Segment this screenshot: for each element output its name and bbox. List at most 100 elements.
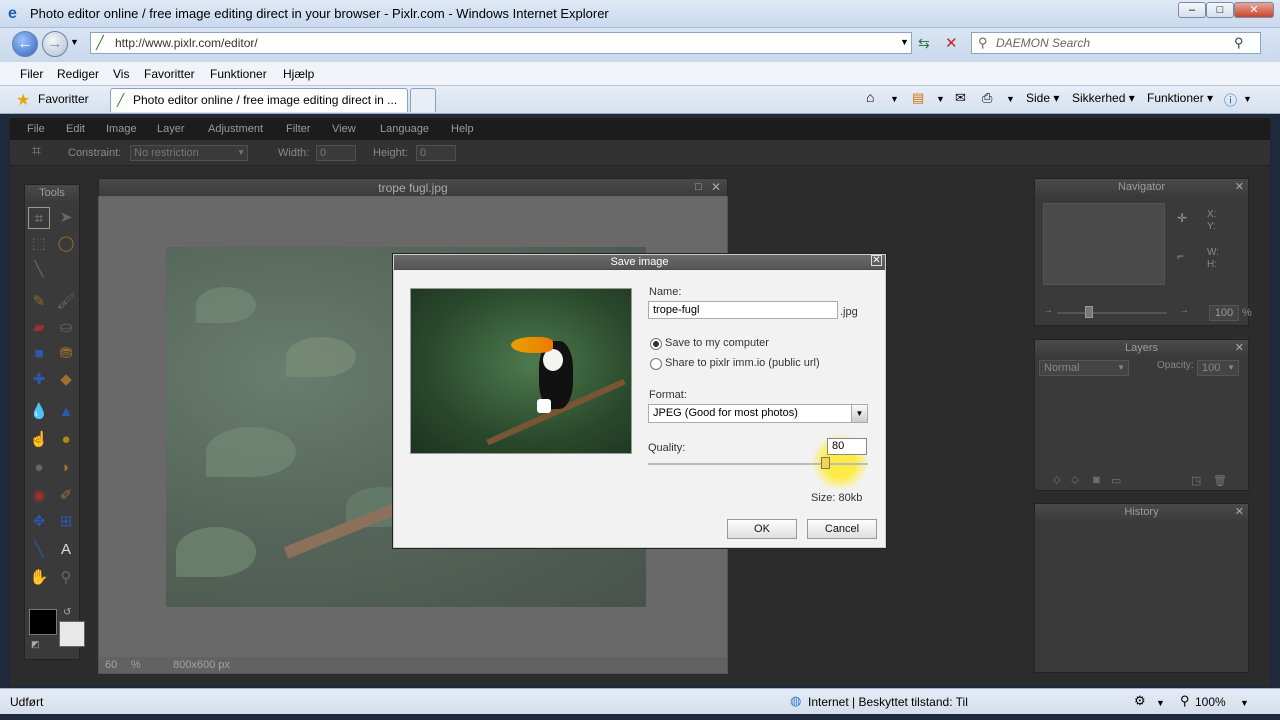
pixlr-menu-image[interactable]: Image [106,123,137,135]
pixlr-menu-adjustment[interactable]: Adjustment [208,123,263,135]
marquee-tool-icon[interactable]: ⬚ [28,233,50,255]
zoom-tool-icon[interactable]: ⚲ [55,567,77,589]
menu-hjaelp[interactable]: Hjælp [283,67,314,81]
layer-style-icon[interactable]: ⬦ [1071,474,1079,487]
blend-mode-select[interactable]: Normal ▼ [1039,360,1129,376]
width-input[interactable]: 0 [316,145,356,161]
menu-vis[interactable]: Vis [113,67,129,81]
pixlr-menu-edit[interactable]: Edit [66,123,85,135]
paint-bucket-icon[interactable]: ⛀ [55,317,77,339]
zoom-dropdown-icon[interactable]: ▼ [1240,698,1249,708]
delete-layer-icon[interactable]: 🗑 [1213,474,1227,487]
layer-link-icon[interactable]: ⬦ [1053,474,1061,487]
text-tool-icon[interactable]: A [55,539,77,561]
zoom-slider-thumb[interactable] [1085,306,1093,318]
zoom-out-icon[interactable]: → [1043,305,1053,316]
home-icon[interactable]: ⌂ [866,89,874,105]
print-dropdown-icon[interactable]: ▼ [1006,94,1015,104]
reset-colors-icon[interactable]: ◩ [31,639,40,650]
quality-input[interactable]: 80 [827,438,867,455]
height-input[interactable]: 0 [416,145,456,161]
pixlr-menu-language[interactable]: Language [380,123,429,135]
page-menu[interactable]: Side ▾ [1026,91,1059,105]
favorites-button[interactable]: Favoritter [38,92,89,106]
sharpen-tool-icon[interactable]: ▲ [55,401,77,423]
safety-menu[interactable]: Sikkerhed ▾ [1072,91,1135,105]
zoom-icon[interactable]: ⚲ [1180,693,1190,709]
save-to-computer-radio[interactable] [650,338,662,350]
dialog-close-icon[interactable]: ✕ [871,255,882,266]
pixlr-menu-view[interactable]: View [332,123,356,135]
quality-slider-track[interactable] [648,463,868,465]
navigator-thumbnail[interactable] [1043,203,1165,285]
blur-tool-icon[interactable]: 💧 [28,401,50,423]
back-button[interactable]: ← [12,31,38,57]
menu-favoritter[interactable]: Favoritter [144,67,195,81]
ok-button[interactable]: OK [727,519,797,539]
pinch-tool-icon[interactable]: ⊞ [55,511,77,533]
cancel-button[interactable]: Cancel [807,519,877,539]
quality-slider-thumb[interactable] [821,457,830,469]
move-tool-icon[interactable]: ➤ [55,207,77,229]
burn-tool-icon[interactable]: ● [28,457,50,479]
forward-button[interactable]: → [42,31,68,57]
zoom-level[interactable]: 100% [1195,695,1226,709]
home-dropdown-icon[interactable]: ▼ [890,94,899,104]
feeds-icon[interactable]: ▤ [912,90,924,106]
share-imm-radio[interactable] [650,358,662,370]
search-icon[interactable]: ⚲ [1234,35,1244,51]
menu-rediger[interactable]: Rediger [57,67,99,81]
gradient-tool-icon[interactable]: ■ [28,343,50,365]
background-color-swatch[interactable] [59,621,85,647]
address-dropdown-icon[interactable]: ▼ [900,37,909,47]
lasso-tool-icon[interactable]: ◯ [55,233,77,255]
image-zoom-value[interactable]: 60 [105,659,117,671]
healing-tool-icon[interactable]: ✚ [28,369,50,391]
feeds-dropdown-icon[interactable]: ▼ [936,94,945,104]
menu-filer[interactable]: Filer [20,67,43,81]
color-picker-icon[interactable]: ╲ [28,539,50,561]
history-close-icon[interactable]: ✕ [1235,504,1244,520]
pixlr-menu-file[interactable]: File [27,123,45,135]
constraint-select[interactable]: No restriction ▼ [130,145,248,161]
zone-text[interactable]: Internet | Beskyttet tilstand: Til [808,695,968,709]
image-maximize-icon[interactable]: □ [695,181,702,193]
brush-tool-icon[interactable]: 🖌 [55,291,77,313]
bloat-tool-icon[interactable]: ✥ [28,511,50,533]
layer-mask-icon[interactable]: ◙ [1093,474,1100,486]
spot-heal-icon[interactable]: ✐ [55,485,77,507]
wand-tool-icon[interactable]: ╲ [28,259,50,281]
opacity-input[interactable]: 100 ▼ [1197,360,1239,376]
menu-funktioner[interactable]: Funktioner [210,67,267,81]
hand-tool-icon[interactable]: ✋ [28,567,50,589]
refresh-icon[interactable]: ⇆ [918,35,930,52]
swap-colors-icon[interactable]: ↺ [63,607,71,618]
new-layer-icon[interactable]: ◳ [1191,474,1201,487]
name-input[interactable]: trope-fugl [648,301,838,319]
red-eye-tool-icon[interactable]: ◉ [28,485,50,507]
sponge-tool-icon[interactable]: ● [55,429,77,451]
mail-icon[interactable]: ✉ [955,90,966,106]
zoom-slider-track[interactable] [1057,312,1167,314]
pixlr-menu-layer[interactable]: Layer [157,123,185,135]
smudge-tool-icon[interactable]: ☝ [28,429,50,451]
new-tab-button[interactable] [410,88,436,112]
share-imm-label[interactable]: Share to pixlr imm.io (public url) [665,357,820,369]
pixlr-menu-help[interactable]: Help [451,123,474,135]
save-to-computer-label[interactable]: Save to my computer [665,337,769,349]
format-select[interactable]: JPEG (Good for most photos) ▼ [648,404,868,423]
navigator-close-icon[interactable]: ✕ [1235,179,1244,195]
tools-menu[interactable]: Funktioner ▾ [1147,91,1213,105]
stop-icon[interactable]: ✕ [945,34,958,52]
layers-close-icon[interactable]: ✕ [1235,340,1244,356]
address-bar[interactable]: http://www.pixlr.com/editor/ [90,32,912,54]
stamp-tool-icon[interactable]: ⛃ [55,343,77,365]
minimize-button[interactable]: – [1178,2,1206,18]
pixlr-menu-filter[interactable]: Filter [286,123,310,135]
help-dropdown-icon[interactable]: ▼ [1243,94,1252,104]
close-window-button[interactable]: ✕ [1234,2,1274,18]
shape-tool-icon[interactable]: ◆ [55,369,77,391]
foreground-color-swatch[interactable] [29,609,57,635]
maximize-button[interactable]: □ [1206,2,1234,18]
eraser-tool-icon[interactable]: ▰ [28,317,50,339]
